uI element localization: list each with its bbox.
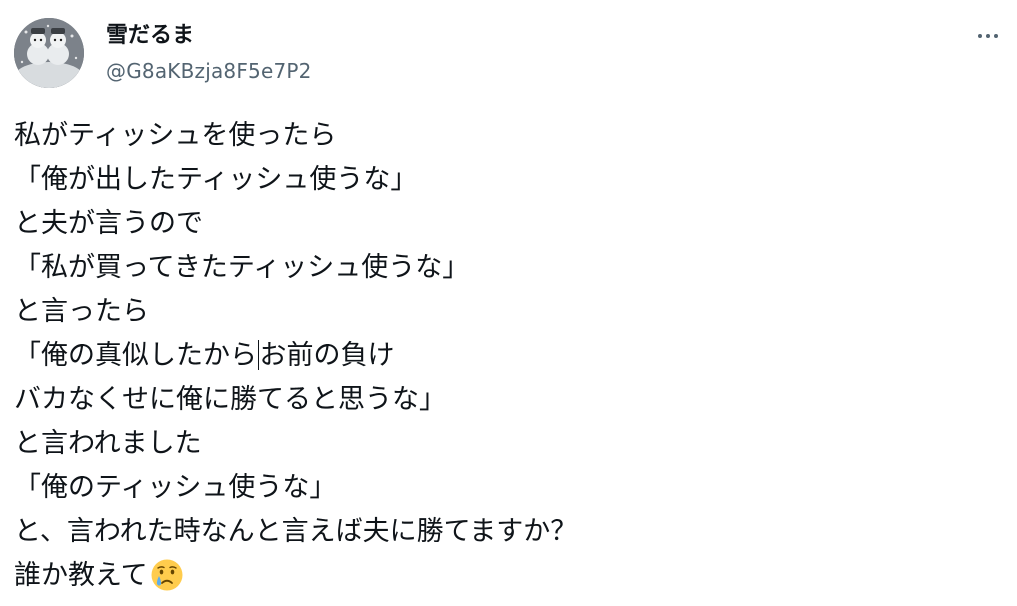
tweet-line: 「俺が出したティッシュ使うな」 bbox=[14, 164, 418, 195]
tweet-line: と、言われた時なんと言えば夫に勝てますか？ bbox=[14, 516, 578, 547]
more-options-button[interactable] bbox=[968, 20, 1008, 52]
snowman-avatar-icon bbox=[14, 18, 84, 88]
more-horizontal-icon-dot bbox=[986, 34, 990, 38]
tweet-text: 私がティッシュを使ったら 「俺が出したティッシュ使うな」 と夫が言うので 「私が… bbox=[14, 114, 1004, 598]
tweet-line: バカなくせに俺に勝てると思うな」 bbox=[14, 384, 446, 415]
author-handle[interactable]: @G8aKBzja8F5e7P2 bbox=[106, 56, 312, 86]
tweet-line: 誰か教えて bbox=[14, 554, 1004, 598]
tweet-line: と言ったら bbox=[14, 296, 149, 327]
author-display-name[interactable]: 雪だるま bbox=[106, 20, 194, 52]
tweet-line: 「俺の真似したからお前の負け bbox=[14, 334, 1004, 378]
tweet-line-segment: 「俺の真似したから bbox=[14, 340, 257, 371]
tweet-line: と夫が言うので bbox=[14, 208, 203, 239]
tweet-line: と言われました bbox=[14, 428, 202, 459]
more-horizontal-icon bbox=[978, 34, 982, 38]
author-avatar[interactable] bbox=[14, 18, 84, 88]
tweet-line: 「俺のティッシュ使うな」 bbox=[14, 472, 337, 503]
tweet-card: 雪だるま @G8aKBzja8F5e7P2 私がティッシュを使ったら 「俺が出し… bbox=[0, 0, 1017, 603]
crying-face-emoji-icon bbox=[150, 558, 184, 606]
more-horizontal-icon-dot bbox=[994, 34, 998, 38]
tweet-line: 「私が買ってきたティッシュ使うな」 bbox=[14, 252, 470, 283]
tweet-line-segment: 誰か教えて bbox=[14, 560, 148, 591]
tweet-line-segment: お前の負け bbox=[259, 340, 395, 371]
tweet-line: 私がティッシュを使ったら bbox=[14, 120, 337, 151]
